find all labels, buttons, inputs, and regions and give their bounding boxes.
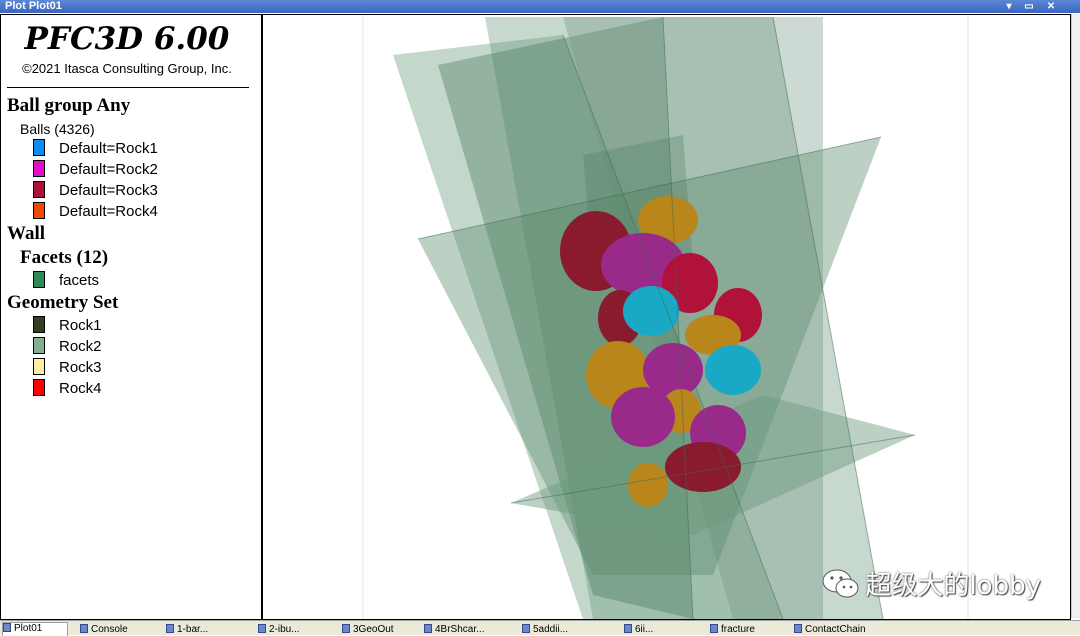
geometry-label: Rock2: [59, 338, 102, 355]
restore-button[interactable]: ▭: [1021, 0, 1037, 13]
particle-clump: [628, 463, 668, 507]
balls-count-label: Balls (4326): [20, 121, 95, 137]
tab-label: 6ii...: [635, 624, 654, 635]
facet-swatch: [33, 271, 45, 288]
copyright-text: ©2021 Itasca Consulting Group, Inc.: [22, 61, 232, 76]
watermark-text: 超级大的lobby: [865, 571, 1041, 601]
geometry-swatch: [33, 316, 45, 333]
tab-label: Console: [91, 624, 128, 635]
particle-clump: [611, 387, 675, 447]
geometry-label: Rock1: [59, 317, 102, 334]
ball-group-label: Default=Rock3: [59, 182, 158, 199]
tab-bar-file[interactable]: 1-bar...: [166, 624, 252, 635]
tab-geoout[interactable]: 3GeoOut: [342, 624, 418, 635]
plot-frame: PFC3D 6.00 ©2021 Itasca Consulting Group…: [0, 14, 1071, 620]
tab-brshcar[interactable]: 4BrShcar...: [424, 624, 516, 635]
viewport-canvas: [362, 15, 969, 619]
document-icon: [794, 624, 802, 633]
geometry-heading: Geometry Set: [7, 292, 119, 313]
wechat-icon: [822, 569, 859, 597]
tab-label: fracture: [721, 624, 755, 635]
tab-label: 1-bar...: [177, 624, 209, 635]
document-tab-bar: Plot01 Console 1-bar... 2-ibu... 3GeoOut…: [0, 620, 1080, 636]
tab-console[interactable]: Console: [80, 624, 160, 635]
geometry-label: Rock3: [59, 359, 102, 376]
tab-label: 4BrShcar...: [435, 624, 485, 635]
ball-group-swatch: [33, 160, 45, 177]
geometry-label: Rock4: [59, 380, 102, 397]
plot-legend: PFC3D 6.00 ©2021 Itasca Consulting Group…: [1, 15, 263, 619]
tab-fracture[interactable]: fracture: [710, 624, 788, 635]
watermark: 超级大的lobby: [821, 565, 1041, 602]
facet-label: facets: [59, 272, 100, 289]
tab-label: 2-ibu...: [269, 624, 300, 635]
document-icon: [710, 624, 718, 633]
app-title: PFC3D 6.00: [24, 21, 230, 57]
document-icon: [258, 624, 266, 633]
tab-ii[interactable]: 6ii...: [624, 624, 704, 635]
document-icon: [3, 623, 11, 632]
document-icon: [342, 624, 350, 633]
particle-clump: [705, 345, 761, 395]
ball-group-swatch: [33, 139, 45, 156]
ball-heading: Ball group Any: [7, 95, 131, 116]
dropdown-button[interactable]: ▾: [1001, 0, 1017, 13]
legend-separator: [7, 87, 249, 88]
tab-addii[interactable]: 5addii...: [522, 624, 618, 635]
window-title: Plot Plot01: [5, 0, 62, 12]
ball-group-label: Default=Rock4: [59, 203, 158, 220]
tab-label: Plot01: [14, 623, 43, 634]
window-titlebar: Plot Plot01 ▾ ▭ ✕: [0, 0, 1080, 13]
geometry-swatch: [33, 379, 45, 396]
particle-clump: [665, 442, 741, 492]
right-scroll-strip[interactable]: [1071, 14, 1080, 618]
document-icon: [166, 624, 174, 633]
ball-group-label: Default=Rock1: [59, 140, 158, 157]
ball-group-label: Default=Rock2: [59, 161, 158, 178]
tab-contactchain[interactable]: ContactChain: [794, 624, 894, 635]
3d-viewport[interactable]: 超级大的lobby: [263, 15, 1070, 619]
wall-heading: Wall: [7, 223, 46, 244]
document-icon: [80, 624, 88, 633]
geometry-swatch: [33, 337, 45, 354]
document-icon: [624, 624, 632, 633]
geometry-swatch: [33, 358, 45, 375]
ball-group-swatch: [33, 202, 45, 219]
facets-heading: Facets (12): [20, 247, 109, 268]
tab-ibu-file[interactable]: 2-ibu...: [258, 624, 336, 635]
tab-label: ContactChain: [805, 624, 866, 635]
close-button[interactable]: ✕: [1043, 0, 1059, 13]
document-icon: [522, 624, 530, 633]
tab-label: 5addii...: [533, 624, 569, 635]
document-icon: [424, 624, 432, 633]
ball-group-swatch: [33, 181, 45, 198]
particle-clump: [623, 286, 679, 336]
tab-label: 3GeoOut: [353, 624, 394, 635]
